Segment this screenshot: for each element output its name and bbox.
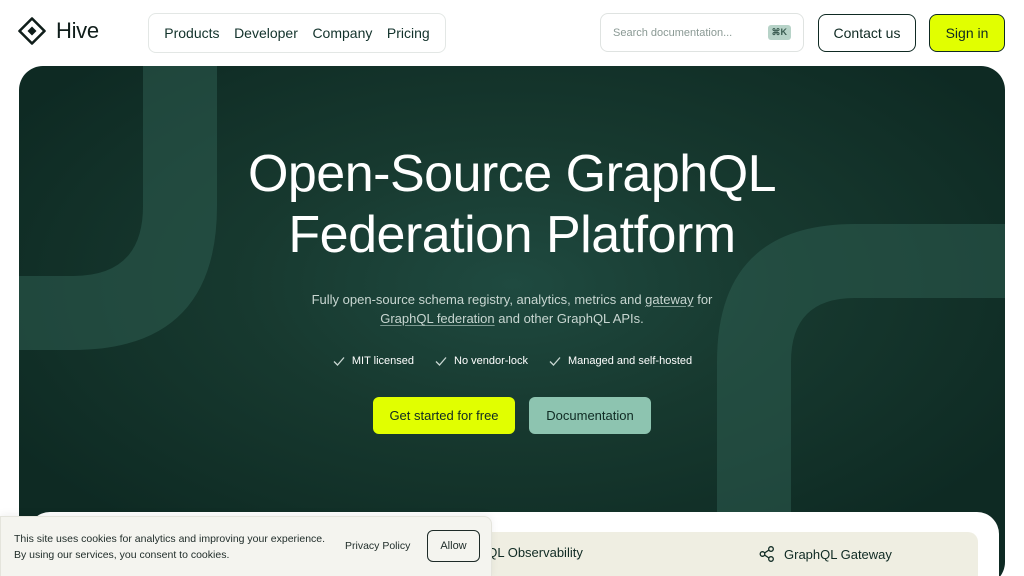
nav-company[interactable]: Company xyxy=(312,25,372,41)
hero-title-line2: Federation Platform xyxy=(288,206,736,264)
documentation-button[interactable]: Documentation xyxy=(529,397,651,434)
contact-us-button[interactable]: Contact us xyxy=(818,14,916,52)
check-label: Managed and self-hosted xyxy=(567,355,693,367)
privacy-policy-link[interactable]: Privacy Policy xyxy=(345,540,410,552)
tab-observability[interactable]: hQL Observability xyxy=(480,545,583,560)
cookie-banner: This site uses cookies for analytics and… xyxy=(0,516,492,576)
check-icon xyxy=(333,357,345,366)
cookie-message: This site uses cookies for analytics and… xyxy=(14,531,325,563)
gateway-link[interactable]: gateway xyxy=(645,292,693,307)
nav-pricing[interactable]: Pricing xyxy=(387,25,430,41)
cookie-line1: This site uses cookies for analytics and… xyxy=(14,533,326,545)
check-item: Managed and self-hosted xyxy=(548,354,692,368)
cookie-line2: By using our services, you consent to co… xyxy=(14,549,230,561)
hero-title: Open-Source GraphQL Federation Platform xyxy=(19,144,1005,266)
hero-title-line1: Open-Source GraphQL xyxy=(247,145,777,203)
logo[interactable]: Hive xyxy=(18,17,99,45)
tab-gateway[interactable]: GraphQL Gateway xyxy=(758,545,892,563)
hive-logo-icon xyxy=(18,17,46,45)
subtitle-text-3: and other GraphQL APIs. xyxy=(494,311,644,326)
allow-cookies-button[interactable]: Allow xyxy=(427,530,480,562)
nav-products[interactable]: Products xyxy=(164,25,219,41)
hero-decoration-right xyxy=(717,224,1005,522)
search-placeholder: Search documentation... xyxy=(613,26,733,39)
search-shortcut-badge: ⌘K xyxy=(767,25,791,40)
check-icon xyxy=(549,357,561,366)
logo-text: Hive xyxy=(56,18,99,43)
main-nav: Products Developer Company Pricing xyxy=(148,13,446,53)
sign-in-button[interactable]: Sign in xyxy=(929,14,1005,52)
check-icon xyxy=(435,357,447,366)
get-started-button[interactable]: Get started for free xyxy=(373,397,515,434)
feature-checks: MIT licensed No vendor-lock Managed and … xyxy=(19,354,1005,368)
check-label: MIT licensed xyxy=(351,355,414,367)
nav-developer[interactable]: Developer xyxy=(234,25,298,41)
check-item: MIT licensed xyxy=(332,354,414,368)
subtitle-text-1: Fully open-source schema registry, analy… xyxy=(311,292,646,307)
search-input[interactable]: Search documentation... ⌘K xyxy=(600,13,804,52)
hero-subtitle: Fully open-source schema registry, analy… xyxy=(19,290,1005,328)
check-label: No vendor-lock xyxy=(454,355,528,367)
hero-section: Open-Source GraphQL Federation Platform … xyxy=(19,66,1005,576)
check-item: No vendor-lock xyxy=(434,354,528,368)
share-nodes-icon xyxy=(759,546,774,562)
graphql-federation-link[interactable]: GraphQL federation xyxy=(380,311,494,326)
tab-gateway-label: GraphQL Gateway xyxy=(784,546,892,562)
subtitle-text-2: for xyxy=(693,292,713,307)
